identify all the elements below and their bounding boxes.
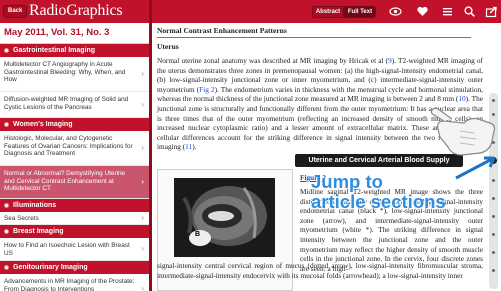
jump-to-sections-callout: Jump to article sections [311, 171, 446, 212]
section-header-genitourinary: Genitourinary Imaging [0, 261, 149, 274]
section-header-gastrointestinal: Gastrointestinal Imaging [0, 44, 149, 57]
toc-item-label: Advancements in MR Imaging of the Prosta… [4, 278, 135, 291]
chevron-right-icon: › [141, 213, 144, 222]
section-dot[interactable] [492, 215, 495, 218]
section-header-womens: Women's Imaging [0, 118, 149, 131]
toc-item-label: Normal or Abnormal? Demystifying Uterine… [4, 170, 126, 193]
toc-item[interactable]: Sea Secrets › [0, 212, 149, 225]
heading-rule [157, 37, 471, 38]
article-toolbar: Abstract Full Text [152, 0, 501, 23]
pointer-arrow-icon [450, 154, 500, 189]
chevron-right-icon: › [141, 244, 144, 253]
chevron-right-icon: › [141, 99, 144, 109]
toc-item-label: How to Find an Isoechoic Lesion with Bre… [4, 242, 130, 257]
toc-item[interactable]: Histologic, Molecular, and Cytogenetic F… [0, 131, 149, 166]
figure-reference-link[interactable]: Fig 2 [199, 85, 214, 94]
toc-item[interactable]: Advancements in MR Imaging of the Prosta… [0, 274, 149, 291]
toc-item-selected[interactable]: Normal or Abnormal? Demystifying Uterine… [0, 166, 149, 199]
section-bullet-icon [4, 203, 9, 208]
toc-item-label: Multidetector CT Angiography in Acute Ga… [4, 61, 126, 84]
issue-title: May 2011, Vol. 31, No. 3 [4, 27, 110, 38]
section-dot[interactable] [492, 197, 495, 200]
toc-item-label: Sea Secrets [4, 215, 39, 222]
chevron-right-icon: › [141, 69, 144, 78]
app-logo: RadioGraphics [29, 2, 123, 19]
section-dot[interactable] [492, 233, 495, 236]
article-subheading: Uterus [157, 42, 179, 51]
eye-icon[interactable] [389, 5, 402, 18]
sidebar-header: Back RadioGraphics [0, 0, 149, 23]
toc-item[interactable]: Diffusion-weighted MR Imaging of Solid a… [0, 92, 149, 118]
section-bullet-icon [4, 122, 9, 127]
menu-icon[interactable] [441, 5, 454, 18]
section-dot[interactable] [492, 269, 495, 272]
section-header-breast: Breast Imaging [0, 225, 149, 238]
figure-caption-continued: signal-intensity central cervical region… [157, 261, 483, 280]
mri-image: B [174, 178, 275, 257]
chevron-right-icon: › [141, 177, 144, 186]
section-dot[interactable] [492, 251, 495, 254]
section-bullet-icon [4, 229, 9, 234]
share-icon[interactable] [485, 5, 498, 18]
reference-link[interactable]: 10 [458, 94, 465, 103]
chevron-right-icon: › [141, 143, 144, 152]
issue-header: May 2011, Vol. 31, No. 3 [0, 23, 149, 44]
article-section-heading: Normal Contrast Enhancement Patterns [157, 26, 287, 35]
heart-icon[interactable] [416, 5, 429, 18]
toc-item-label: Histologic, Molecular, and Cytogenetic F… [4, 135, 133, 158]
back-button[interactable]: Back [3, 5, 28, 18]
toc-item[interactable]: How to Find an Isoechoic Lesion with Bre… [0, 238, 149, 261]
section-bullet-icon [4, 48, 9, 53]
toc-item-label: Diffusion-weighted MR Imaging of Solid a… [4, 96, 129, 111]
section-bullet-icon [4, 265, 9, 270]
figure-marker-b: B [195, 231, 201, 238]
fulltext-tab[interactable]: Full Text [344, 6, 376, 18]
section-header-illuminations: Illuminations [0, 199, 149, 212]
chevron-right-icon: › [141, 283, 144, 291]
search-icon[interactable] [463, 5, 476, 18]
toc-item[interactable]: Multidetector CT Angiography in Acute Ga… [0, 57, 149, 92]
section-dot[interactable] [492, 99, 495, 102]
abstract-tab[interactable]: Abstract [312, 6, 344, 18]
issue-sidebar: Back RadioGraphics May 2011, Vol. 31, No… [0, 0, 149, 291]
